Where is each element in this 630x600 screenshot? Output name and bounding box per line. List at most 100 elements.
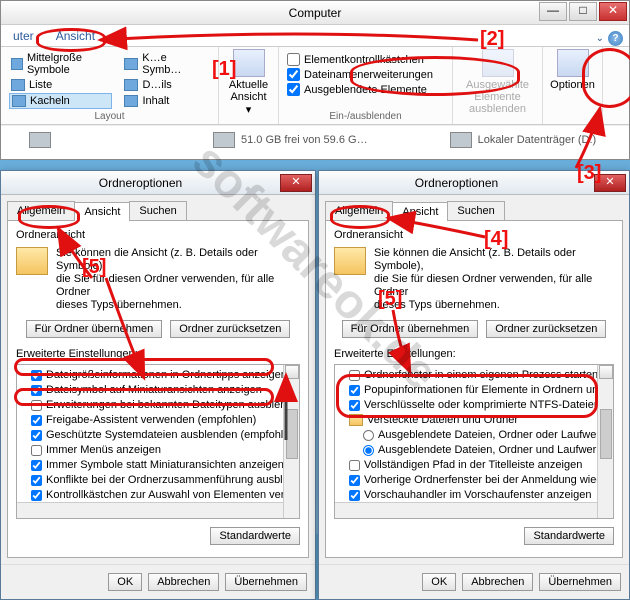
layout-details[interactable]: D…ils (122, 78, 210, 92)
vscrollbar[interactable] (283, 365, 299, 518)
tree-item-label: Geschützte Systemdateien ausblenden (emp… (46, 428, 297, 442)
tree-checkbox[interactable] (31, 460, 42, 471)
list-icon (11, 79, 25, 91)
tree-item[interactable]: Verschlüsselte oder komprimierte NTFS-Da… (337, 398, 611, 413)
tree-item[interactable]: Erweiterungen bei bekannten Dateitypen a… (19, 398, 297, 413)
scroll-thumb[interactable] (286, 409, 298, 459)
tree-radio[interactable] (363, 445, 374, 456)
tree-item[interactable]: Immer Menüs anzeigen (19, 443, 297, 458)
advanced-tree[interactable]: Dateigrößeinformationen in Ordnertipps a… (16, 364, 300, 519)
defaults-button[interactable]: Standardwerte (524, 527, 614, 545)
hscrollbar[interactable] (17, 502, 283, 518)
tree-item[interactable]: Vorschauhandler im Vorschaufenster anzei… (337, 488, 611, 503)
folder-icon (16, 247, 48, 275)
minimize-button[interactable]: — (539, 2, 567, 21)
tree-item[interactable]: Dateigrößeinformationen in Ordnertipps a… (19, 368, 297, 383)
tree-checkbox[interactable] (31, 490, 42, 501)
reset-folders-button[interactable]: Ordner zurücksetzen (170, 320, 290, 338)
folder-view-desc: Sie können die Ansicht (z. B. Details od… (374, 247, 614, 312)
tree-checkbox[interactable] (31, 385, 42, 396)
tree-item[interactable]: Ausgeblendete Dateien, Ordner oder Laufw… (337, 428, 611, 443)
tree-item-label: Konflikte bei der Ordnerzusammenführung … (46, 473, 297, 487)
tree-item[interactable]: Vorherige Ordnerfenster bei der Anmeldun… (337, 473, 611, 488)
tree-checkbox[interactable] (31, 370, 42, 381)
tree-checkbox[interactable] (31, 400, 42, 411)
advanced-tree[interactable]: Ordnerfenster in einem eigenen Prozess s… (334, 364, 614, 519)
tree-item[interactable]: Immer Symbole statt Miniaturansichten an… (19, 458, 297, 473)
tree-item[interactable]: Ordnerfenster in einem eigenen Prozess s… (337, 368, 611, 383)
layout-medium-icons[interactable]: Mittelgroße Symbole (9, 51, 112, 77)
ok-button[interactable]: OK (108, 573, 142, 591)
ribbon-collapse-icon[interactable]: ⌄ (596, 33, 604, 44)
tree-radio[interactable] (363, 430, 374, 441)
check-extensions[interactable]: Dateinamenerweiterungen (287, 68, 444, 81)
tree-item-label: Popupinformationen für Elemente in Ordne… (364, 383, 611, 397)
reset-folders-button[interactable]: Ordner zurücksetzen (486, 320, 606, 338)
vscrollbar[interactable] (597, 365, 613, 518)
layout-small-icons[interactable]: K…e Symb… (122, 51, 210, 77)
tree-checkbox[interactable] (31, 430, 42, 441)
dlg-tab-search[interactable]: Suchen (447, 201, 504, 220)
drive-icon (213, 132, 235, 148)
cancel-button[interactable]: Abbrechen (148, 573, 219, 591)
dlg-tab-general[interactable]: Allgemein (7, 201, 75, 220)
tree-checkbox[interactable] (349, 490, 360, 501)
tab-file[interactable]: uter (7, 26, 40, 46)
tree-checkbox[interactable] (31, 475, 42, 486)
help-icon[interactable]: ? (608, 31, 623, 46)
layout-list[interactable]: Liste (9, 78, 112, 92)
tree-item[interactable]: Kontrollkästchen zur Auswahl von Element… (19, 488, 297, 503)
apply-button[interactable]: Übernehmen (225, 573, 307, 591)
tree-item[interactable]: Freigabe-Assistent verwenden (empfohlen) (19, 413, 297, 428)
scroll-thumb[interactable] (600, 409, 612, 459)
tree-item[interactable]: Konflikte bei der Ordnerzusammenführung … (19, 473, 297, 488)
defaults-button[interactable]: Standardwerte (210, 527, 300, 545)
dlg-tab-view[interactable]: Ansicht (74, 202, 130, 221)
dlg-tab-general[interactable]: Allgemein (325, 201, 393, 220)
current-view-icon (233, 49, 265, 77)
maximize-button[interactable]: □ (569, 2, 597, 21)
check-hidden[interactable]: Ausgeblendete Elemente (287, 83, 444, 96)
folder-view-label: Ordneransicht (16, 229, 300, 241)
dialog-title: Ordneroptionen (1, 176, 280, 190)
tree-item[interactable]: Dateisymbol auf Miniaturansichten anzeig… (19, 383, 297, 398)
tree-checkbox[interactable] (31, 415, 42, 426)
hscrollbar[interactable] (335, 502, 597, 518)
drive-d[interactable]: Lokaler Datenträger (D:) (450, 132, 597, 148)
tree-item[interactable]: Popupinformationen für Elemente in Ordne… (337, 383, 611, 398)
tree-item[interactable]: Leere Laufwerke im Ordner "Computer" aus… (19, 518, 297, 519)
tree-item[interactable]: Ausgeblendete Dateien, Ordner und Laufwe… (337, 443, 611, 458)
apply-folders-button[interactable]: Für Ordner übernehmen (342, 320, 479, 338)
current-view-button[interactable]: AktuelleAnsicht ▾ (219, 47, 279, 124)
dialog-close-button[interactable]: ✕ (280, 174, 312, 192)
tree-checkbox[interactable] (349, 385, 360, 396)
scroll-up-button[interactable] (285, 365, 299, 379)
close-button[interactable]: ✕ (599, 2, 627, 21)
scroll-up-button[interactable] (599, 365, 613, 379)
dlg-tab-search[interactable]: Suchen (129, 201, 186, 220)
tree-checkbox[interactable] (31, 445, 42, 456)
dlg-tab-view[interactable]: Ansicht (392, 202, 448, 221)
tree-item[interactable]: Versteckte Dateien und Ordner (337, 413, 611, 428)
folder-options-dialog-right: Ordneroptionen ✕ Allgemein Ansicht Suche… (318, 170, 630, 600)
drive-c[interactable]: 51.0 GB frei von 59.6 G… (213, 132, 368, 148)
tree-item[interactable]: Vollständigen Pfad in der Titelleiste an… (337, 458, 611, 473)
tree-checkbox[interactable] (349, 370, 360, 381)
tab-view[interactable]: Ansicht (50, 26, 101, 46)
tree-item-label: Freigabe-Assistent verwenden (empfohlen) (46, 413, 256, 427)
details-icon (124, 79, 138, 91)
check-item-checkboxes[interactable]: Elementkontrollkästchen (287, 53, 444, 66)
layout-content[interactable]: Inhalt (122, 93, 210, 109)
cancel-button[interactable]: Abbrechen (462, 573, 533, 591)
tree-checkbox[interactable] (349, 475, 360, 486)
apply-button[interactable]: Übernehmen (539, 573, 621, 591)
apply-folders-button[interactable]: Für Ordner übernehmen (26, 320, 163, 338)
tree-checkbox[interactable] (349, 460, 360, 471)
layout-items: Mittelgroße Symbole K…e Symb… Liste D…il… (9, 51, 210, 109)
tree-checkbox[interactable] (349, 400, 360, 411)
ok-button[interactable]: OK (422, 573, 456, 591)
tree-item[interactable]: Geschützte Systemdateien ausblenden (emp… (19, 428, 297, 443)
layout-tiles[interactable]: Kacheln (9, 93, 112, 109)
dialog-close-button[interactable]: ✕ (594, 174, 626, 192)
options-button[interactable]: Optionen (543, 47, 603, 124)
